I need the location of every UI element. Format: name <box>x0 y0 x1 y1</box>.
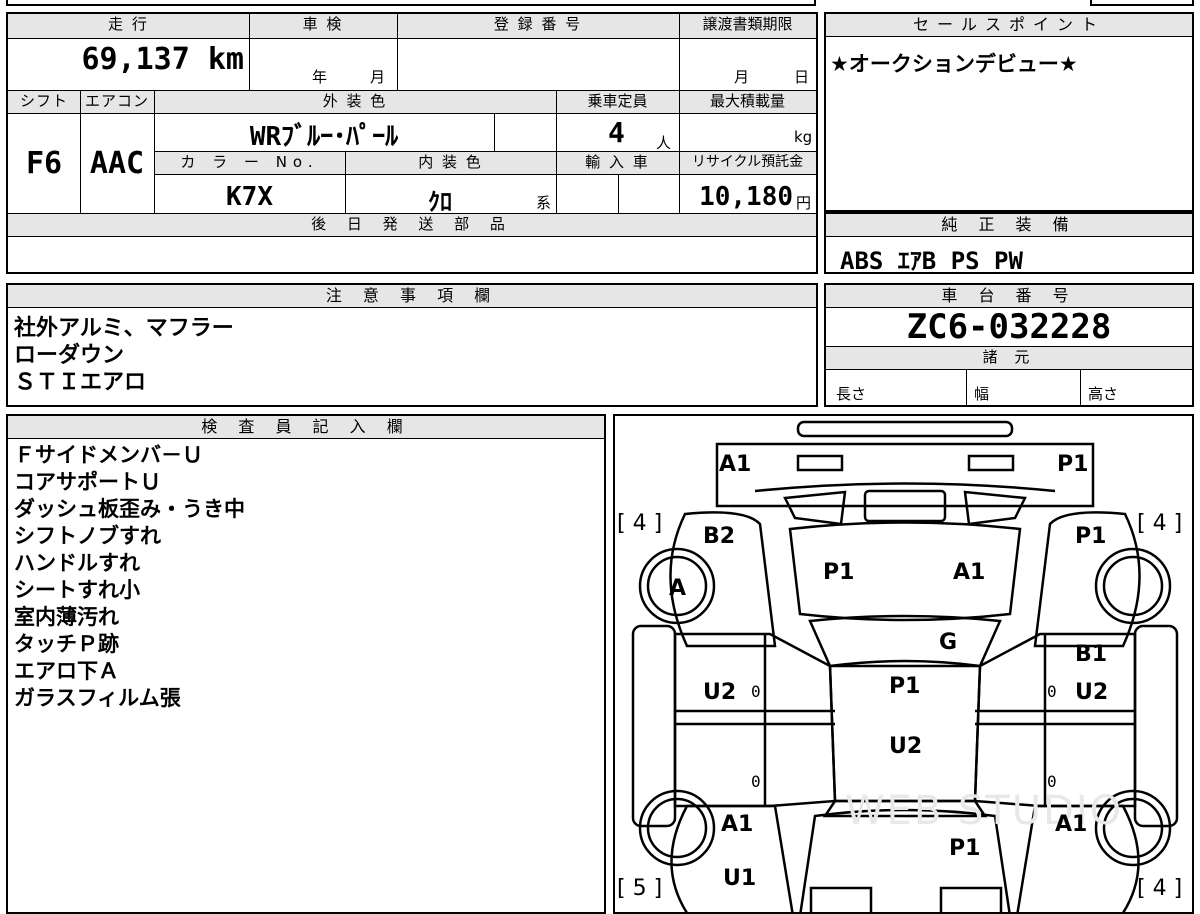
mark-roof-rear: U2 <box>889 734 923 759</box>
top-strip <box>6 0 816 6</box>
height-label: 高さ <box>1088 385 1119 403</box>
spec-label: 諸 元 <box>826 347 1192 369</box>
equipment-box: 純 正 装 備 ABS ｴｱB PS PW <box>824 212 1194 275</box>
zero-mark: 0 <box>751 772 761 791</box>
mark-rear-fender-right: A1 <box>1055 812 1088 837</box>
recycle-value: 10,180 <box>699 182 793 212</box>
sales-point-label: セールスポイント <box>826 14 1192 37</box>
mark-pillar-right: B1 <box>1075 642 1108 667</box>
inspector-line: コアサポートＵ <box>14 470 161 494</box>
inspector-line: Ｆサイドメンバ－Ｕ <box>14 443 203 467</box>
zero-mark: 0 <box>1047 682 1057 701</box>
inspector-line: ガラスフィルム張 <box>14 686 181 710</box>
color-no-label: カ ラ ー No. <box>154 152 345 174</box>
mark-rear-fender-left: A1 <box>721 812 754 837</box>
equipment-value: ABS ｴｱB PS PW <box>840 247 1023 275</box>
inspection-month: 月 <box>370 68 386 86</box>
transfer-label: 譲渡書類期限 <box>679 14 816 38</box>
inspector-box: 検 査 員 記 入 欄 Ｆサイドメンバ－Ｕ コアサポートＵ ダッシュ板歪み・うき… <box>6 414 606 914</box>
chassis-label: 車 台 番 号 <box>826 285 1192 308</box>
transfer-month: 月 <box>734 68 750 86</box>
tire-front-right-mark: [ 4 ] <box>1137 511 1183 536</box>
mark-wheel-front-left: A <box>669 576 687 601</box>
zero-mark: 0 <box>1047 772 1057 791</box>
mark-fender-left: B2 <box>703 524 736 549</box>
inspector-line: ダッシュ板歪み・うき中 <box>14 497 245 521</box>
chassis-value: ZC6-032228 <box>906 307 1112 347</box>
mileage-value: 69,137 km <box>81 42 244 77</box>
recycle-label: リサイクル預託金 <box>679 152 816 174</box>
mark-rear-left: U1 <box>723 866 757 891</box>
sales-point-text: ★オークションデビュー★ <box>830 52 1078 76</box>
inspection-year: 年 <box>312 68 328 86</box>
basic-info-table: 走 行 車 検 登 録 番 号 譲渡書類期限 69,137 km 年 月 月 日… <box>6 12 818 274</box>
max-load-unit: kg <box>794 128 813 146</box>
car-diagram-box: WEB STUDIO [ 4 ] [ 4 ] [ 5 ] [ 4 ] A1 P1… <box>613 414 1194 914</box>
transfer-day: 日 <box>794 68 810 86</box>
capacity-value: 4 <box>608 116 625 149</box>
capacity-label: 乗車定員 <box>556 91 679 113</box>
shift-value: F6 <box>25 146 63 181</box>
notes-label: 注 意 事 項 欄 <box>8 285 816 308</box>
inspector-label: 検 査 員 記 入 欄 <box>8 416 604 439</box>
tire-rear-right-mark: [ 4 ] <box>1137 876 1183 901</box>
mark-trunk: P1 <box>949 836 981 861</box>
shift-label: シフト <box>8 91 80 113</box>
mark-door-front-left: U2 <box>703 680 737 705</box>
mileage-label: 走 行 <box>8 14 249 38</box>
notes-line: ローダウン <box>14 343 125 368</box>
car-outline-diagram <box>631 420 1179 912</box>
inspector-line: エアロ下Ａ <box>14 659 119 683</box>
mark-fender-right: P1 <box>1075 524 1107 549</box>
exterior-color-label: 外 装 色 <box>154 91 556 113</box>
tire-rear-left-mark: [ 5 ] <box>617 876 663 901</box>
exterior-color-value: WRﾌﾞﾙｰ･ﾊﾟｰﾙ <box>249 122 399 152</box>
interior-color-suffix: 系 <box>536 194 552 212</box>
color-no-value: K7X <box>226 182 273 212</box>
mark-roof: P1 <box>889 674 921 699</box>
width-label: 幅 <box>974 385 990 403</box>
ac-label: エアコン <box>80 91 154 113</box>
inspector-line: ハンドルすれ <box>14 551 140 575</box>
mark-hood-left: P1 <box>823 560 855 585</box>
mark-windshield: G <box>939 630 958 655</box>
mark-front-left: A1 <box>719 452 752 477</box>
later-parts-label: 後 日 発 送 部 品 <box>8 214 816 236</box>
sales-point-box: セールスポイント ★オークションデビュー★ <box>824 12 1194 212</box>
length-label: 長さ <box>836 385 867 403</box>
chassis-box: 車 台 番 号 ZC6-032228 諸 元 長さ 幅 高さ <box>824 283 1194 407</box>
interior-color-value: ｸﾛ <box>428 188 452 216</box>
notes-line: ＳＴＩエアロ <box>14 370 147 395</box>
mark-door-front-right: U2 <box>1075 680 1109 705</box>
ac-value: AAC <box>89 146 145 181</box>
inspector-line: 室内薄汚れ <box>14 605 119 629</box>
inspection-label: 車 検 <box>249 14 397 38</box>
mark-hood-right: A1 <box>953 560 986 585</box>
top-strip-right <box>1090 0 1194 6</box>
mark-front-right: P1 <box>1057 452 1089 477</box>
interior-color-label: 内 装 色 <box>345 152 556 174</box>
max-load-label: 最大積載量 <box>679 91 816 113</box>
tire-front-left-mark: [ 4 ] <box>617 511 663 536</box>
notes-box: 注 意 事 項 欄 社外アルミ、マフラー ローダウン ＳＴＩエアロ <box>6 283 818 407</box>
inspector-line: シフトノブすれ <box>14 524 161 548</box>
capacity-unit: 人 <box>656 134 672 152</box>
zero-mark: 0 <box>751 682 761 701</box>
inspector-line: タッチＰ跡 <box>14 632 119 656</box>
recycle-unit: 円 <box>796 194 812 212</box>
registration-label: 登 録 番 号 <box>397 14 679 38</box>
inspector-line: シートすれ小 <box>14 578 140 602</box>
import-label: 輸 入 車 <box>556 152 679 174</box>
notes-line: 社外アルミ、マフラー <box>14 316 234 341</box>
equipment-label: 純 正 装 備 <box>826 214 1192 237</box>
